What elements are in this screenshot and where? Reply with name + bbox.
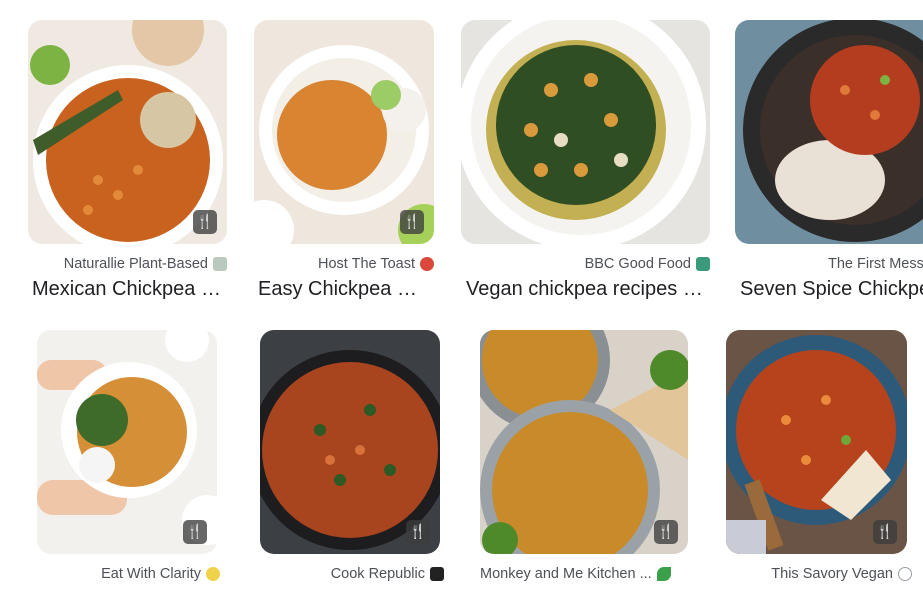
bbc-gf-icon (696, 257, 710, 272)
info-icon (898, 567, 912, 582)
result-title[interactable]: Mexican Chickpea Curry (32, 276, 226, 302)
recipe-image[interactable]: 🍴 (260, 330, 440, 554)
recipe-image[interactable]: 🍴 (726, 330, 907, 554)
fork-knife-icon: 🍴 (873, 520, 897, 544)
fork-knife-icon: 🍴 (654, 520, 678, 544)
result-title[interactable]: Vegan chickpea recipes | BBC Good Food (466, 276, 706, 302)
fork-knife-icon: 🍴 (183, 520, 207, 544)
source-label: The First Mess (828, 256, 923, 273)
recipe-image[interactable]: 🍴 (254, 20, 434, 244)
recipe-image[interactable]: 🍴 (28, 20, 227, 244)
square-gray-icon (213, 257, 227, 272)
fork-knife-icon: 🍴 (406, 520, 430, 544)
result-title[interactable]: Seven Spice Chickpea Stew (740, 276, 923, 302)
recipe-image[interactable] (735, 20, 923, 244)
recipe-image[interactable]: 🍴 (480, 330, 688, 554)
source-label: This Savory Vegan (726, 564, 912, 584)
recipe-image[interactable] (461, 20, 710, 244)
source-label: Naturallie Plant-Based (28, 254, 227, 274)
recipe-image[interactable]: 🍴 (37, 330, 217, 554)
lemon-icon (206, 567, 220, 582)
leaf-icon (656, 567, 671, 582)
result-title[interactable]: Easy Chickpea Curry (258, 276, 422, 302)
source-label: Monkey and Me Kitchen ... (480, 564, 690, 584)
source-label: Eat With Clarity (37, 564, 220, 584)
source-label: Host The Toast (254, 254, 434, 274)
fork-knife-icon: 🍴 (400, 210, 424, 234)
fork-knife-icon: 🍴 (193, 210, 217, 234)
source-label: Cook Republic (260, 564, 444, 584)
source-label: BBC Good Food (461, 254, 710, 274)
toast-icon (420, 257, 434, 272)
cr-icon (430, 567, 444, 582)
